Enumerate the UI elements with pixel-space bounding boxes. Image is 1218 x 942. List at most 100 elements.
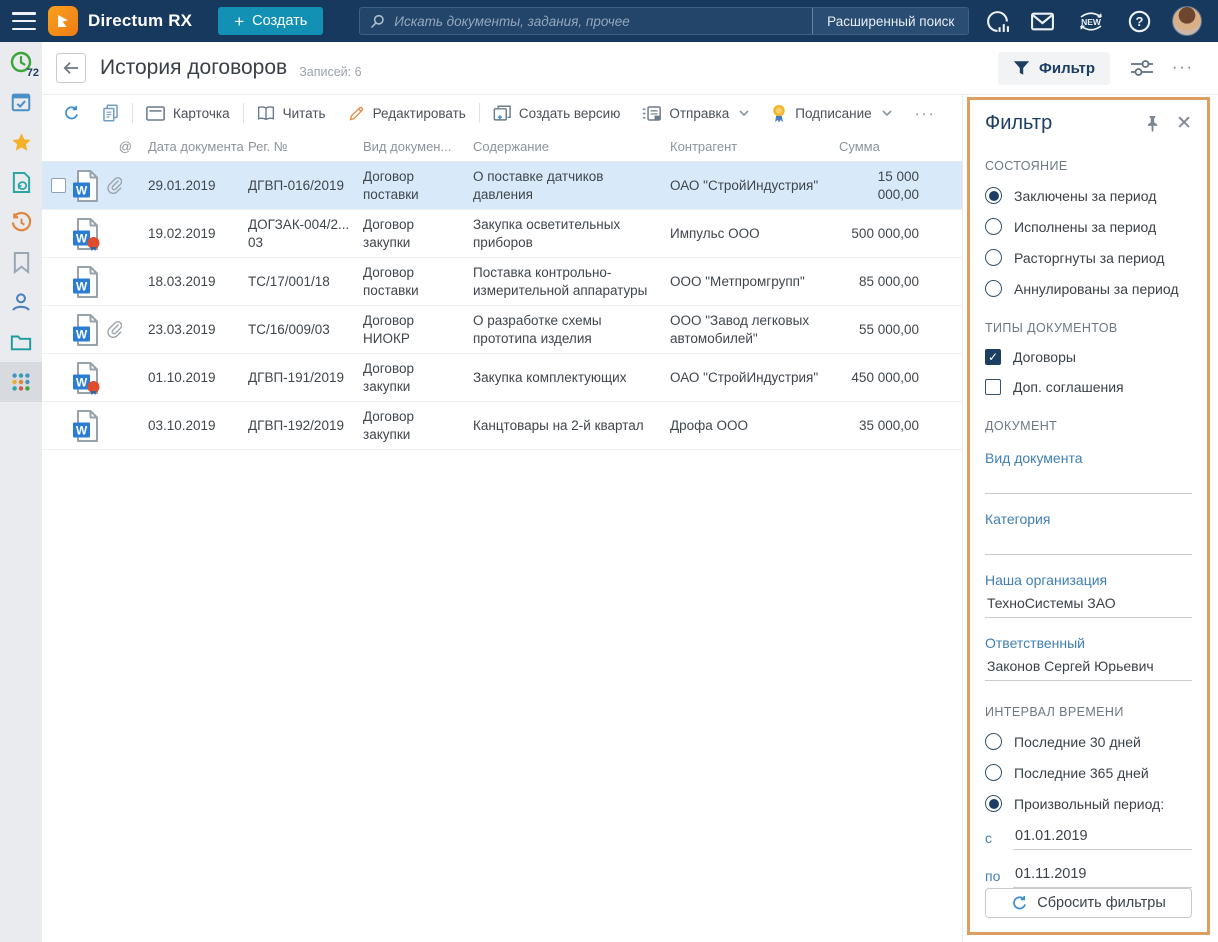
back-button[interactable] — [56, 53, 86, 83]
radio-icon — [985, 249, 1002, 266]
table-row[interactable]: W 01.10.2019 ДГВП-191/2019 Договор закуп… — [42, 354, 962, 402]
card-icon — [146, 106, 165, 121]
filter-field-label[interactable]: Ответственный — [985, 635, 1192, 651]
radio-option[interactable]: Последние 365 дней — [985, 764, 1192, 781]
pin-icon[interactable] — [1145, 115, 1160, 132]
table-row[interactable]: W 03.10.2019 ДГВП-192/2019 Договор закуп… — [42, 402, 962, 450]
whats-new-icon[interactable]: NEW — [1075, 8, 1107, 35]
toolbar-more-button[interactable]: ··· — [903, 105, 948, 122]
read-button[interactable]: Читать — [246, 95, 337, 131]
svg-text:W: W — [76, 231, 88, 245]
checkbox-icon — [985, 379, 1001, 395]
filter-field-label[interactable]: Категория — [985, 511, 1192, 527]
paperclip-icon — [106, 321, 122, 338]
sidebar-item-employees[interactable] — [0, 282, 42, 322]
directum-logo[interactable] — [48, 6, 78, 36]
edit-button[interactable]: Редактировать — [337, 95, 477, 131]
sidebar-item-assignments[interactable]: 72 — [0, 42, 42, 82]
assignments-count-badge: 72 — [27, 67, 39, 79]
word-document-icon: W — [72, 409, 100, 443]
column-header-doctype[interactable]: Вид докумен... — [361, 139, 471, 154]
column-header-amount[interactable]: Сумма — [837, 139, 923, 154]
page-title: История договоров — [100, 56, 287, 80]
radio-option[interactable]: Аннулированы за период — [985, 280, 1192, 297]
filter-field-label[interactable]: Наша организация — [985, 572, 1192, 588]
table-row[interactable]: W 29.01.2019 ДГВП-016/2019 Договор поста… — [42, 162, 962, 210]
search-icon — [370, 13, 386, 29]
svg-text:W: W — [76, 327, 88, 341]
sidebar-item-favorites[interactable] — [0, 122, 42, 162]
column-header-content[interactable]: Содержание — [471, 139, 668, 154]
column-header-attachment[interactable]: @ — [42, 139, 146, 154]
row-icons-cell: W — [42, 164, 146, 208]
cell-content: Закупка осветительных приборов — [471, 211, 668, 257]
cell-content: Поставка контрольно-измерительной аппара… — [471, 259, 668, 305]
sign-button[interactable]: Подписание — [760, 95, 902, 131]
sidebar-item-folders[interactable] — [0, 322, 42, 362]
column-header-regno[interactable]: Рег. № — [246, 139, 361, 154]
svg-text:W: W — [76, 423, 88, 437]
filter-toggle-button[interactable]: Фильтр — [998, 52, 1110, 85]
brand-title: Directum RX — [88, 11, 192, 31]
sidebar-item-tasks[interactable] — [0, 82, 42, 122]
filter-field-value[interactable]: ТехноСистемы ЗАО — [985, 588, 1192, 618]
table-row[interactable]: W 19.02.2019 ДОГЗАК-004/2... 03 Договор … — [42, 210, 962, 258]
header-more-button[interactable]: ··· — [1172, 63, 1194, 73]
sidebar-item-recent-documents[interactable] — [0, 162, 42, 202]
sidebar-item-bookmarks[interactable] — [0, 242, 42, 282]
date-to-row: по 01.11.2019 — [985, 866, 1192, 888]
row-checkbox[interactable] — [51, 178, 66, 193]
checkbox-option[interactable]: Доп. соглашения — [985, 379, 1192, 395]
new-badge-text: NEW — [1081, 17, 1102, 27]
cell-date: 18.03.2019 — [146, 268, 246, 296]
filter-field-label[interactable]: Вид документа — [985, 450, 1192, 466]
filter-field-value[interactable]: Законов Сергей Юрьевич — [985, 651, 1192, 681]
table-row[interactable]: W 18.03.2019 ТС/17/001/18 Договор постав… — [42, 258, 962, 306]
mail-icon[interactable] — [1030, 10, 1055, 32]
cell-date: 01.10.2019 — [146, 364, 246, 392]
refresh-button[interactable] — [52, 95, 91, 131]
radio-option[interactable]: Произвольный период: — [985, 795, 1192, 812]
close-icon[interactable]: ✕ — [1176, 114, 1192, 133]
create-button[interactable]: + Создать — [218, 7, 323, 35]
svg-text:?: ? — [1136, 14, 1144, 29]
cell-counterparty: ООО "Метпромгрупп" — [668, 268, 837, 296]
toolbar-divider — [479, 103, 480, 123]
cell-counterparty: Импульс ООО — [668, 220, 837, 248]
advanced-search-button[interactable]: Расширенный поиск — [812, 8, 968, 34]
user-avatar[interactable] — [1172, 6, 1202, 36]
radio-option[interactable]: Исполнены за период — [985, 218, 1192, 235]
radio-option[interactable]: Расторгнуты за период — [985, 249, 1192, 266]
filter-field-value[interactable] — [985, 527, 1192, 555]
radio-option[interactable]: Заключены за период — [985, 187, 1192, 204]
cell-doctype: Договор закупки — [361, 355, 471, 401]
reports-icon[interactable] — [985, 9, 1010, 34]
sidebar-item-history[interactable] — [0, 202, 42, 242]
cell-amount: 15 000 000,00 — [837, 163, 923, 209]
radio-option[interactable]: Последние 30 дней — [985, 733, 1192, 750]
hamburger-menu-icon[interactable] — [12, 12, 36, 30]
folder-icon — [10, 332, 32, 352]
filter-field: Категория — [985, 511, 1192, 555]
date-from-row: с 01.01.2019 — [985, 828, 1192, 850]
filter-field-value[interactable] — [985, 466, 1192, 494]
sidebar-item-modules[interactable] — [0, 362, 42, 402]
column-header-date[interactable]: Дата документа ↓ — [146, 139, 246, 154]
table-row[interactable]: W 23.03.2019 ТС/16/009/03 Договор НИОКР … — [42, 306, 962, 354]
help-icon[interactable]: ? — [1127, 9, 1152, 34]
copy-button[interactable] — [91, 95, 130, 131]
date-to-input[interactable]: 01.11.2019 — [1013, 866, 1192, 888]
row-icons-cell: W — [42, 260, 146, 304]
search-bar[interactable]: Расширенный поиск — [359, 7, 969, 35]
view-settings-icon[interactable] — [1130, 58, 1154, 78]
send-button[interactable]: Отправка — [631, 95, 760, 131]
card-button[interactable]: Карточка — [135, 95, 241, 131]
reset-filters-button[interactable]: Сбросить фильтры — [985, 888, 1192, 918]
cell-regno: ДГВП-191/2019 — [246, 364, 361, 392]
date-from-input[interactable]: 01.01.2019 — [1013, 828, 1192, 850]
column-header-counterparty[interactable]: Контрагент — [668, 139, 837, 154]
search-input[interactable] — [394, 14, 812, 29]
checkbox-icon: ✓ — [985, 349, 1001, 365]
create-version-button[interactable]: Создать версию — [482, 95, 632, 131]
checkbox-option[interactable]: ✓ Договоры — [985, 349, 1192, 365]
